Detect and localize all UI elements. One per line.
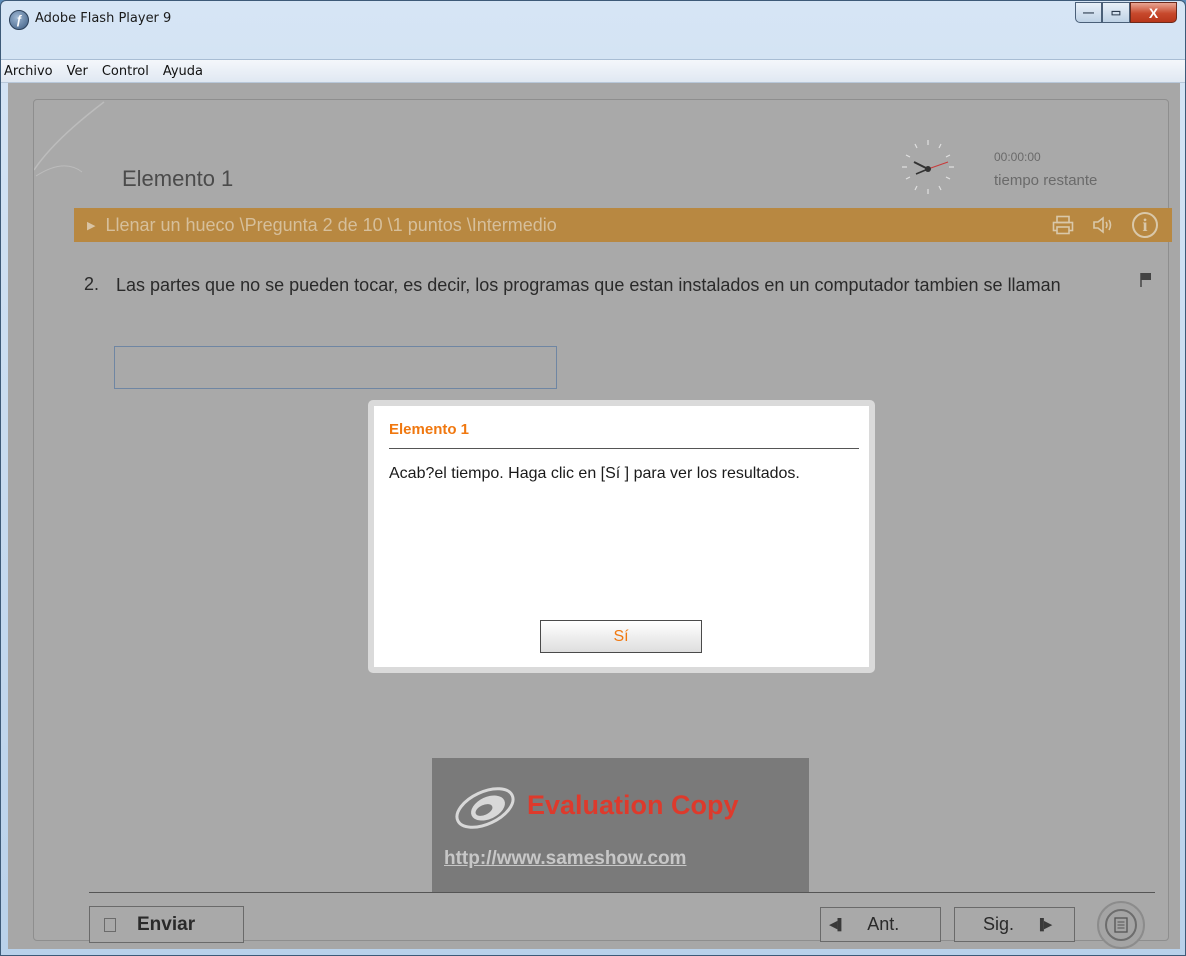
- list-icon-ring: [1105, 909, 1137, 941]
- next-button[interactable]: Sig. ▐▶: [954, 907, 1075, 942]
- page-curl-decoration: [34, 101, 105, 177]
- question-info-bar: ▶ Llenar un hueco \Pregunta 2 de 10 \1 p…: [74, 208, 1172, 242]
- submit-button[interactable]: Enviar: [89, 906, 244, 943]
- menu-archivo[interactable]: Archivo: [1, 64, 60, 79]
- menu-bar: Archivo Ver Control Ayuda: [1, 59, 1185, 83]
- title-bar[interactable]: ƒ Adobe Flash Player 9 — ▭ X: [1, 1, 1185, 59]
- watermark-url[interactable]: http://www.sameshow.com: [444, 848, 686, 870]
- review-button[interactable]: [1097, 901, 1145, 949]
- menu-ayuda[interactable]: Ayuda: [156, 64, 210, 79]
- quiz-panel: Elemento 1 00:00:00 tiempo restante ▶ Ll…: [33, 99, 1172, 949]
- flash-player-icon: ƒ: [9, 10, 29, 30]
- submit-label: Enviar: [137, 913, 196, 935]
- previous-icon: ◀▌: [829, 919, 846, 931]
- question-number: 2.: [84, 274, 100, 294]
- dialog-title: Elemento 1: [389, 421, 470, 438]
- next-label: Sig.: [983, 914, 1015, 934]
- window-controls: — ▭ X: [1075, 2, 1177, 23]
- element-title: Elemento 1: [122, 166, 234, 191]
- clock-icon: [902, 140, 954, 194]
- time-up-dialog: Elemento 1 Acab?el tiempo. Haga clic en …: [368, 400, 875, 673]
- flag-icon[interactable]: [1139, 272, 1153, 288]
- answer-input[interactable]: [114, 346, 557, 389]
- yes-button[interactable]: Sí: [540, 620, 702, 653]
- next-icon: ▐▶: [1036, 919, 1053, 931]
- window-title: Adobe Flash Player 9: [35, 11, 172, 26]
- previous-label: Ant.: [867, 914, 900, 934]
- document-icon: [104, 917, 116, 932]
- watermark-title: Evaluation Copy: [527, 790, 739, 820]
- minimize-button[interactable]: —: [1075, 2, 1102, 23]
- flash-stage: Elemento 1 00:00:00 tiempo restante ▶ Ll…: [8, 83, 1180, 949]
- sound-icon[interactable]: [1092, 215, 1114, 235]
- close-button[interactable]: X: [1130, 2, 1177, 23]
- question-info-text: Llenar un hueco \Pregunta 2 de 10 \1 pun…: [105, 214, 557, 235]
- bar-arrow-icon: ▶: [87, 219, 96, 232]
- question-tools: i: [1052, 212, 1158, 238]
- dialog-divider: [389, 448, 859, 449]
- question-text: Las partes que no se pueden tocar, es de…: [116, 275, 1061, 295]
- previous-button[interactable]: ◀▌ Ant.: [820, 907, 941, 942]
- info-icon[interactable]: i: [1132, 212, 1158, 238]
- dialog-message: Acab?el tiempo. Haga clic en [Sí ] para …: [389, 465, 800, 482]
- timer-value: 00:00:00: [994, 150, 1041, 164]
- footer-divider: [89, 892, 1155, 893]
- print-icon[interactable]: [1052, 215, 1074, 235]
- timer-label: tiempo restante: [994, 172, 1098, 189]
- maximize-button[interactable]: ▭: [1102, 2, 1130, 23]
- sameshow-logo-icon: [455, 787, 515, 829]
- evaluation-watermark: Evaluation Copy http://www.sameshow.com: [432, 758, 809, 892]
- flash-player-window: ƒ Adobe Flash Player 9 — ▭ X Archivo Ver…: [0, 0, 1186, 956]
- menu-ver[interactable]: Ver: [60, 64, 95, 79]
- list-icon: [1114, 917, 1128, 933]
- menu-control[interactable]: Control: [95, 64, 156, 79]
